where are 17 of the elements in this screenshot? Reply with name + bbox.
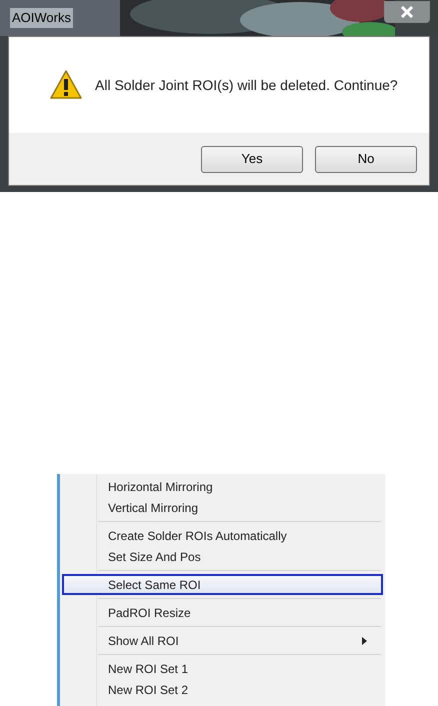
menu-item[interactable]: Horizontal Mirroring (62, 476, 383, 497)
dialog-button[interactable]: Yes (201, 146, 303, 172)
menu-item[interactable]: Set Size And Pos (62, 546, 383, 567)
menu-item[interactable]: Select Same ROI (62, 574, 383, 595)
warning-icon (49, 69, 83, 101)
menu-item[interactable]: Show All ROI (62, 630, 383, 651)
menu-item[interactable]: New ROI Set 2 (62, 679, 383, 700)
close-icon (400, 6, 414, 18)
menu-item[interactable]: Vertical Mirroring (62, 497, 383, 518)
message-text: All Solder Joint ROI(s) will be deleted. Continue? (95, 76, 398, 95)
menu-item[interactable]: New ROI Set 1 (62, 658, 383, 679)
menu-item[interactable]: Create Solder ROIs Automatically (62, 525, 383, 546)
submenu-arrow-icon (362, 636, 367, 644)
dialog-button[interactable]: No (315, 146, 417, 172)
close-button[interactable] (384, 1, 430, 23)
menu-item[interactable]: PadROI Resize (62, 602, 383, 623)
window-title: AOIWorks (10, 8, 73, 28)
